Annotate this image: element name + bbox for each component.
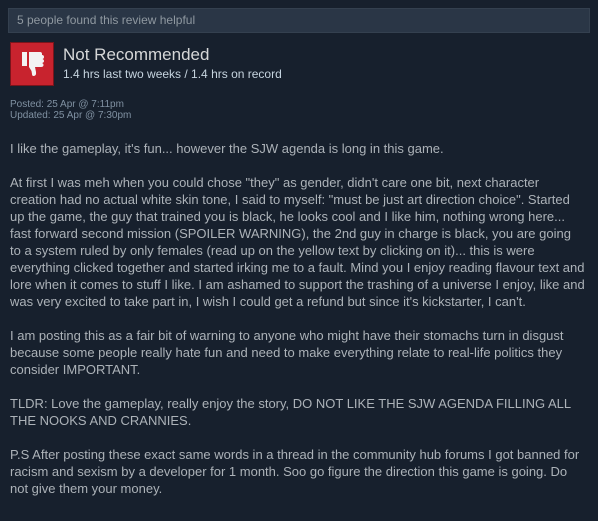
review-paragraph: TLDR: Love the gameplay, really enjoy th… — [10, 396, 571, 428]
hours-on-record: 1.4 hrs last two weeks / 1.4 hrs on reco… — [63, 67, 282, 81]
thumbs-down-icon — [10, 42, 54, 86]
review-paragraph: I am posting this as a fair bit of warni… — [10, 328, 564, 377]
review-body: I like the gameplay, it's fun... however… — [10, 140, 585, 514]
review-card: 5 people found this review helpful Not R… — [0, 0, 598, 521]
review-paragraph: I like the gameplay, it's fun... however… — [10, 141, 444, 156]
review-paragraph: At first I was meh when you could chose … — [10, 175, 585, 309]
review-dates: Posted: 25 Apr @ 7:11pm Updated: 25 Apr … — [10, 99, 131, 121]
updated-date: Updated: 25 Apr @ 7:30pm — [10, 110, 132, 121]
helpful-count: 5 people found this review helpful — [8, 8, 590, 33]
posted-date: Posted: 25 Apr @ 7:11pm — [10, 99, 124, 110]
review-verdict: Not Recommended — [63, 45, 210, 64]
review-paragraph: P.S After posting these exact same words… — [10, 447, 580, 496]
